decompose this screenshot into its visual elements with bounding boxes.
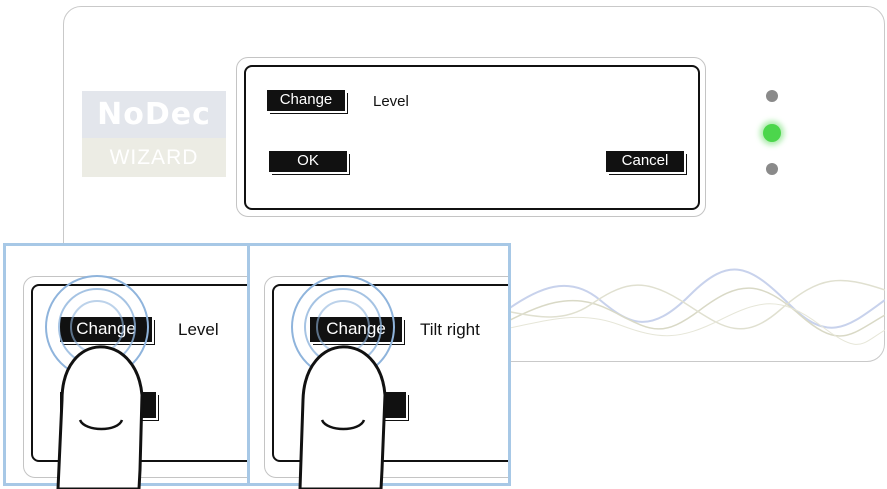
finger-icon <box>298 345 387 489</box>
touch-overlay <box>45 275 395 489</box>
finger-icon <box>56 345 144 489</box>
